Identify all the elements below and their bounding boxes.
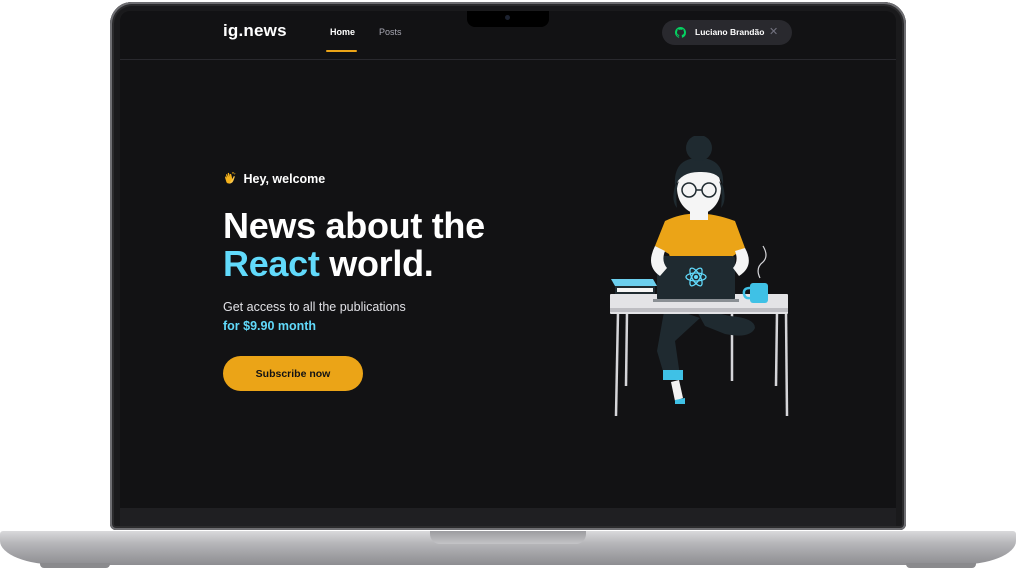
- site-logo[interactable]: ig.news: [223, 21, 287, 41]
- active-nav-indicator: [326, 50, 357, 52]
- laptop-foot-left: [40, 563, 110, 568]
- greeting-text: Hey, welcome: [243, 172, 326, 186]
- camera-notch: [467, 11, 549, 27]
- laptop-screen: ig.news Home Posts Luciano Brandão ✕ Hey…: [120, 11, 896, 508]
- woman-with-laptop-illustration: [610, 136, 789, 417]
- user-name: Luciano Brandão: [695, 27, 765, 37]
- camera-icon: [505, 15, 510, 20]
- hero-price: for $9.90 month: [223, 319, 317, 333]
- subscribe-button[interactable]: Subscribe now: [223, 356, 363, 391]
- headline-rest: world.: [319, 243, 434, 284]
- headline-line-1: News about the: [223, 205, 485, 246]
- laptop-foot-right: [906, 563, 976, 568]
- headline-line-2: React world.: [223, 245, 485, 283]
- greeting: Hey, welcome: [223, 171, 325, 186]
- github-icon: [675, 27, 686, 38]
- hero-description: Get access to all the publications: [223, 300, 406, 314]
- hero-headline: News about the React world.: [223, 207, 485, 283]
- nav-link-posts[interactable]: Posts: [379, 27, 402, 37]
- laptop-base-notch: [430, 531, 586, 544]
- clapping-hands-icon: [225, 172, 236, 184]
- laptop-bezel-bottom: [120, 508, 896, 526]
- headline-accent: React: [223, 243, 320, 284]
- user-signin-button[interactable]: Luciano Brandão ✕: [662, 20, 792, 45]
- close-icon[interactable]: ✕: [769, 25, 778, 38]
- nav-link-home[interactable]: Home: [330, 27, 355, 37]
